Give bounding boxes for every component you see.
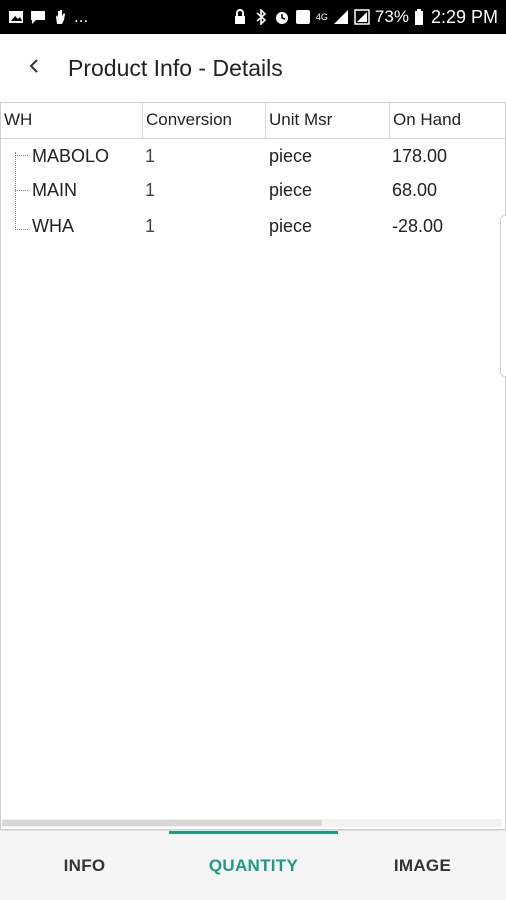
cell-conversion: 1 [145, 180, 156, 200]
back-button[interactable] [18, 52, 50, 84]
battery-percent: 73% [374, 7, 409, 26]
table-row[interactable]: WHA 1 piece -28.00 [1, 209, 505, 243]
tree-branch-line [15, 229, 28, 230]
column-header-wh[interactable]: WH [1, 103, 143, 138]
image-icon [8, 9, 24, 25]
bottom-tab-bar: INFO QUANTITY IMAGE [0, 830, 506, 900]
signal-icon [333, 9, 349, 25]
cell-unit-msr: piece [269, 146, 313, 166]
signal-box-icon [354, 9, 370, 25]
quantity-table: WH Conversion Unit Msr On Hand MABOLO 1 … [0, 102, 506, 830]
table-header: WH Conversion Unit Msr On Hand [1, 103, 505, 139]
alarm-icon [274, 9, 290, 25]
cell-unit-msr: piece [269, 216, 313, 236]
status-right-icons: 4G 73% 2:29 PM [232, 7, 498, 27]
cell-on-hand: 68.00 [392, 180, 438, 200]
tab-info[interactable]: INFO [0, 831, 169, 900]
battery-icon [414, 9, 424, 25]
cell-on-hand: 178.00 [392, 146, 448, 166]
horizontal-scrollbar[interactable] [2, 819, 502, 827]
hand-icon [52, 9, 68, 25]
column-header-on-hand[interactable]: On Hand [390, 103, 505, 138]
column-header-conversion[interactable]: Conversion [143, 103, 266, 138]
cell-conversion: 1 [145, 216, 156, 236]
cell-unit-msr: piece [269, 180, 313, 200]
status-left-icons: ... [8, 7, 88, 27]
tab-quantity[interactable]: QUANTITY [169, 831, 338, 900]
status-time: 2:29 PM [430, 7, 498, 27]
bluetooth-icon [253, 8, 269, 26]
tree-branch-line [15, 190, 28, 191]
app-header: Product Info - Details [0, 34, 506, 102]
notification-count-icon [295, 9, 311, 25]
column-header-unit-msr[interactable]: Unit Msr [266, 103, 390, 138]
chevron-left-icon [26, 58, 42, 79]
side-drawer-handle[interactable] [500, 215, 506, 377]
cell-wh: MAIN [32, 180, 77, 200]
scrollbar-thumb[interactable] [2, 820, 322, 826]
tree-connector-line [15, 152, 16, 230]
tree-branch-line [15, 155, 28, 156]
tab-image[interactable]: IMAGE [338, 831, 506, 900]
table-row[interactable]: MABOLO 1 piece 178.00 [1, 139, 505, 173]
table-row[interactable]: MAIN 1 piece 68.00 [1, 173, 505, 207]
cell-wh: MABOLO [32, 146, 110, 166]
message-icon [30, 9, 46, 25]
status-bar: ... 4G 73% 2:29 PM [0, 0, 506, 34]
network-type: 4G [315, 11, 328, 22]
cell-wh: WHA [32, 216, 74, 236]
cell-on-hand: -28.00 [392, 216, 444, 236]
page-title: Product Info - Details [68, 55, 283, 81]
lock-icon [232, 9, 248, 25]
cell-conversion: 1 [145, 146, 156, 166]
status-ellipsis: ... [74, 7, 89, 26]
